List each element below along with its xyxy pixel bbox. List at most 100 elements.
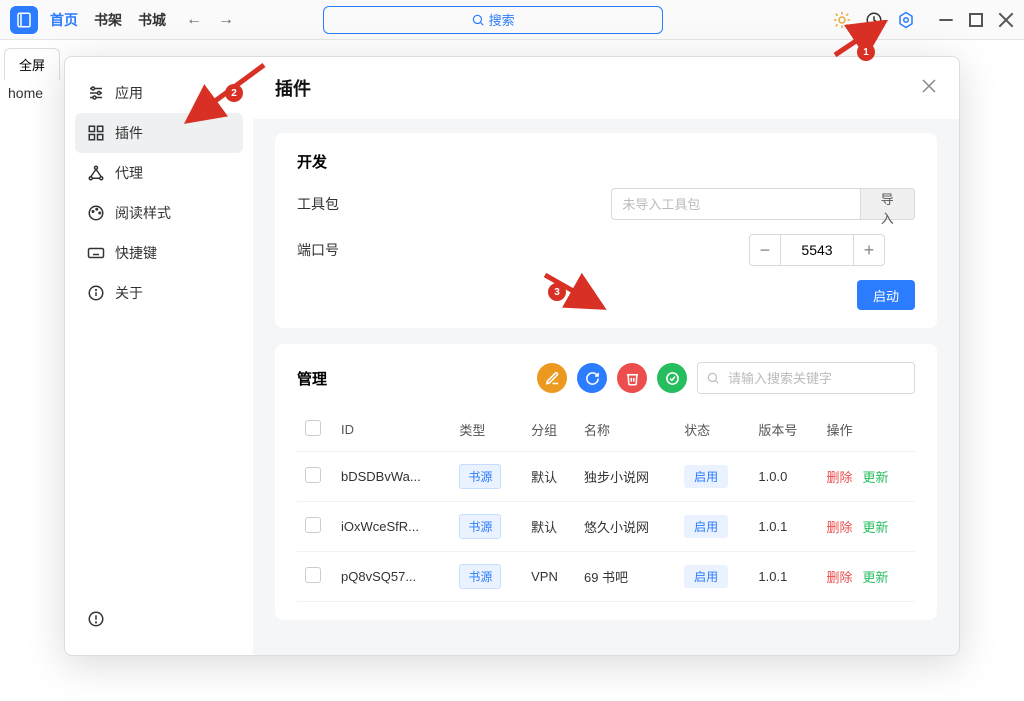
col-actions: 操作 (818, 408, 915, 452)
page-label-home: home (8, 85, 43, 101)
sidebar-item-apps[interactable]: 应用 (75, 73, 243, 113)
network-icon (87, 164, 105, 182)
cell-name: 悠久小说网 (576, 502, 676, 552)
page-tab-fullscreen[interactable]: 全屏 (4, 48, 60, 80)
select-all-checkbox[interactable] (305, 420, 321, 436)
window-close[interactable] (998, 12, 1014, 28)
nav-tab-shelf[interactable]: 书架 (94, 10, 122, 30)
port-value[interactable]: 5543 (781, 234, 853, 266)
sidebar-warning-icon[interactable] (75, 604, 243, 639)
row-update-button[interactable]: 更新 (862, 570, 888, 585)
palette-icon (87, 204, 105, 222)
app-logo (10, 6, 38, 34)
modal-close-button[interactable] (921, 78, 937, 99)
annotation-badge-2: 2 (225, 84, 243, 102)
import-plugin-button[interactable] (537, 363, 567, 393)
toolkit-label: 工具包 (297, 194, 611, 214)
row-delete-button[interactable]: 删除 (826, 570, 852, 585)
sidebar-item-style[interactable]: 阅读样式 (75, 193, 243, 233)
cell-group: 默认 (523, 502, 576, 552)
cell-version: 1.0.1 (750, 502, 818, 552)
sidebar-item-label: 代理 (115, 163, 143, 183)
col-id: ID (333, 408, 451, 452)
keyboard-icon (87, 244, 105, 262)
table-row: bDSDBvWa... 书源默认独步小说网启用 1.0.0 删除更新 (297, 452, 915, 502)
toolkit-input[interactable] (611, 188, 860, 220)
port-decrement[interactable]: − (749, 234, 781, 266)
row-checkbox[interactable] (305, 567, 321, 583)
sidebar-item-plugins[interactable]: 插件 (75, 113, 243, 153)
trash-icon (625, 371, 640, 386)
annotation-badge-3: 3 (548, 283, 566, 301)
refresh-button[interactable] (577, 363, 607, 393)
cell-group: 默认 (523, 452, 576, 502)
cell-status[interactable]: 启用 (684, 515, 728, 538)
col-type: 类型 (451, 408, 523, 452)
top-right-controls (832, 10, 1014, 30)
cell-type: 书源 (459, 464, 501, 489)
grid-icon (87, 124, 105, 142)
table-row: iOxWceSfR... 书源默认悠久小说网启用 1.0.1 删除更新 (297, 502, 915, 552)
settings-icon[interactable] (896, 10, 916, 30)
history-icon[interactable] (864, 10, 884, 30)
theme-icon[interactable] (832, 10, 852, 30)
sliders-icon (87, 84, 105, 102)
row-update-button[interactable]: 更新 (862, 470, 888, 485)
row-checkbox[interactable] (305, 517, 321, 533)
cell-status[interactable]: 启用 (684, 465, 728, 488)
col-status: 状态 (676, 408, 750, 452)
row-update-button[interactable]: 更新 (862, 520, 888, 535)
nav-arrows: ← → (182, 9, 238, 31)
import-button[interactable]: 导入 (861, 188, 915, 220)
close-icon (921, 78, 937, 94)
settings-main: 插件 开发 工具包 导入 端口号 − 5543 + (253, 57, 959, 655)
row-delete-button[interactable]: 删除 (826, 470, 852, 485)
plugin-table: ID 类型 分组 名称 状态 版本号 操作 bDSDBvWa... 书源默认独步小… (297, 408, 915, 602)
row-checkbox[interactable] (305, 467, 321, 483)
nav-tab-store[interactable]: 书城 (138, 10, 166, 30)
nav-tab-home[interactable]: 首页 (50, 10, 78, 30)
modal-header: 插件 (253, 57, 959, 119)
window-maximize[interactable] (968, 12, 984, 28)
sidebar-item-about[interactable]: 关于 (75, 273, 243, 313)
settings-modal: 应用 插件 代理 阅读样式 快捷键 关于 插件 (64, 56, 960, 656)
window-controls (938, 12, 1014, 28)
cell-status[interactable]: 启用 (684, 565, 728, 588)
col-group: 分组 (523, 408, 576, 452)
sidebar-item-label: 插件 (115, 123, 143, 143)
mgmt-search-input[interactable] (697, 362, 915, 394)
cell-id: iOxWceSfR... (333, 502, 451, 552)
cell-name: 独步小说网 (576, 452, 676, 502)
mgmt-heading: 管理 (297, 368, 327, 389)
nav-back-button[interactable]: ← (182, 9, 206, 31)
search-button[interactable]: 搜索 (323, 6, 663, 34)
cell-id: bDSDBvWa... (333, 452, 451, 502)
col-version: 版本号 (750, 408, 818, 452)
nav-tabs: 首页 书架 书城 (50, 10, 166, 30)
cell-type: 书源 (459, 514, 501, 539)
sidebar-item-label: 关于 (115, 283, 143, 303)
cell-id: pQ8vSQ57... (333, 552, 451, 602)
check-circle-icon (665, 371, 680, 386)
delete-button[interactable] (617, 363, 647, 393)
settings-sidebar: 应用 插件 代理 阅读样式 快捷键 关于 (65, 57, 253, 655)
sidebar-item-shortcuts[interactable]: 快捷键 (75, 233, 243, 273)
window-minimize[interactable] (938, 12, 954, 28)
verify-button[interactable] (657, 363, 687, 393)
sidebar-item-label: 快捷键 (115, 243, 157, 263)
dev-heading: 开发 (297, 151, 915, 172)
port-increment[interactable]: + (853, 234, 885, 266)
search-icon (471, 13, 485, 27)
nav-forward-button[interactable]: → (214, 9, 238, 31)
cell-name: 69 书吧 (576, 552, 676, 602)
cell-version: 1.0.0 (750, 452, 818, 502)
sidebar-item-proxy[interactable]: 代理 (75, 153, 243, 193)
start-button[interactable]: 启动 (857, 280, 915, 310)
row-delete-button[interactable]: 删除 (826, 520, 852, 535)
sidebar-item-label: 阅读样式 (115, 203, 171, 223)
cell-group: VPN (523, 552, 576, 602)
cell-version: 1.0.1 (750, 552, 818, 602)
modal-title: 插件 (275, 75, 921, 101)
col-name: 名称 (576, 408, 676, 452)
top-bar: 首页 书架 书城 ← → 搜索 (0, 0, 1024, 40)
